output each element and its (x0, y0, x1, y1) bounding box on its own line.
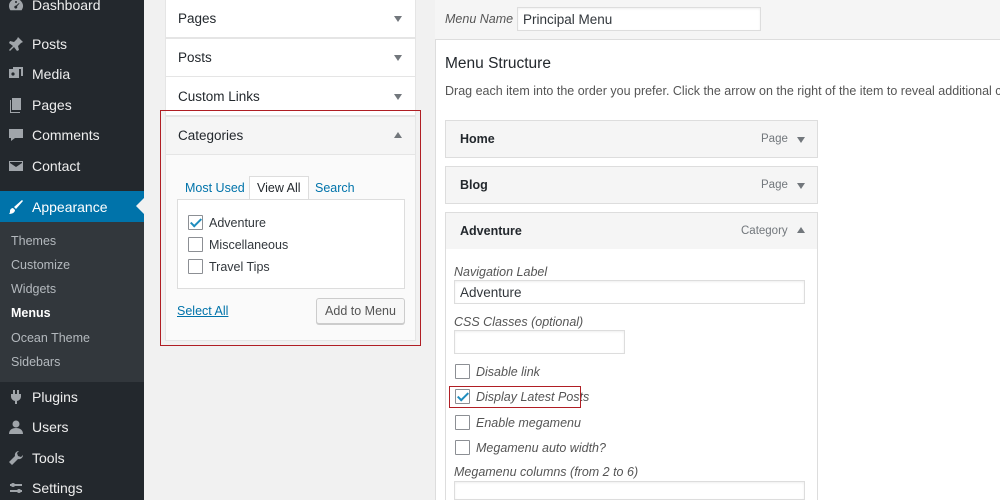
nav-media-label: Media (32, 66, 71, 82)
chevron-up-icon[interactable] (797, 227, 805, 233)
nav-plugins[interactable]: Plugins (0, 382, 144, 412)
menu-item-home[interactable]: Home Page (445, 120, 818, 158)
comment-icon (8, 127, 24, 143)
menu-name-input[interactable] (517, 7, 761, 31)
user-icon (8, 419, 24, 435)
chevron-down-icon[interactable] (394, 16, 402, 22)
menu-structure-title: Menu Structure (445, 55, 551, 72)
chevron-down-icon[interactable] (797, 183, 805, 189)
nav-contact-label: Contact (32, 158, 81, 174)
pin-icon (8, 36, 24, 52)
brush-icon (8, 199, 24, 215)
nav-users-label: Users (32, 419, 69, 435)
submenu-customize[interactable]: Customize (11, 258, 70, 272)
menu-item-type: Category (741, 225, 788, 237)
chevron-down-icon[interactable] (797, 137, 805, 143)
plugin-icon (8, 389, 24, 405)
menu-item-adventure[interactable]: Adventure Category (445, 212, 818, 250)
nav-contact[interactable]: Contact (0, 151, 144, 181)
nav-settings[interactable]: Settings (0, 473, 144, 500)
accordion-posts-title: Posts (178, 50, 212, 65)
megamenu-columns-label: Megamenu columns (from 2 to 6) (454, 465, 639, 479)
nav-comments[interactable]: Comments (0, 120, 144, 150)
chevron-down-icon[interactable] (394, 55, 402, 61)
submenu-themes[interactable]: Themes (11, 234, 56, 248)
menu-item-blog[interactable]: Blog Page (445, 166, 818, 204)
highlight-box (449, 386, 581, 408)
nav-dashboard[interactable]: Dashboard (0, 0, 144, 20)
submenu-widgets[interactable]: Widgets (11, 282, 56, 296)
navigation-label-input[interactable] (454, 280, 805, 304)
disable-link-label: Disable link (476, 365, 540, 379)
nav-media[interactable]: Media (0, 59, 144, 89)
megamenu-columns-input[interactable] (454, 481, 805, 500)
menu-item-title: Blog (460, 178, 488, 192)
chevron-down-icon[interactable] (394, 94, 402, 100)
disable-link-checkbox[interactable] (455, 364, 470, 379)
accordion-pages[interactable]: Pages (165, 0, 416, 38)
nav-tools[interactable]: Tools (0, 443, 144, 473)
dashboard-icon (8, 0, 24, 13)
menu-item-title: Adventure (460, 224, 522, 238)
nav-users[interactable]: Users (0, 412, 144, 442)
nav-pages-label: Pages (32, 97, 72, 113)
settings-icon (8, 480, 24, 496)
nav-appearance[interactable]: Appearance (0, 191, 144, 222)
page-icon (8, 97, 24, 113)
nav-dashboard-label: Dashboard (32, 0, 101, 13)
menu-item-type: Page (761, 133, 788, 145)
highlight-box (160, 110, 421, 346)
css-classes-title: CSS Classes (optional) (454, 315, 584, 329)
nav-settings-label: Settings (32, 480, 83, 496)
menu-item-title: Home (460, 132, 495, 146)
submenu-ocean-theme[interactable]: Ocean Theme (11, 331, 90, 345)
accordion-pages-title: Pages (178, 11, 217, 26)
submenu-menus[interactable]: Menus (11, 306, 51, 320)
accordion-custom-links-title: Custom Links (178, 89, 260, 104)
navigation-label-title: Navigation Label (454, 265, 548, 279)
nav-tools-label: Tools (32, 450, 65, 466)
admin-sidebar: Dashboard Posts Media Pages Comments Con… (0, 0, 144, 500)
menu-item-type: Page (761, 179, 788, 191)
megamenu-auto-width-checkbox[interactable] (455, 440, 470, 455)
nav-posts[interactable]: Posts (0, 29, 144, 59)
menu-structure-help: Drag each item into the order you prefer… (445, 84, 1000, 98)
enable-megamenu-label: Enable megamenu (476, 416, 581, 430)
nav-pages[interactable]: Pages (0, 90, 144, 120)
nav-appearance-label: Appearance (32, 198, 108, 215)
nav-plugins-label: Plugins (32, 389, 78, 405)
menu-name-label: Menu Name (445, 12, 514, 26)
submenu-sidebars[interactable]: Sidebars (11, 355, 60, 369)
appearance-submenu: Themes Customize Widgets Menus Ocean The… (0, 222, 144, 382)
css-classes-input[interactable] (454, 330, 625, 354)
mail-icon (8, 158, 24, 174)
nav-posts-label: Posts (32, 36, 68, 52)
accordion-posts[interactable]: Posts (165, 38, 416, 77)
enable-megamenu-checkbox[interactable] (455, 415, 470, 430)
megamenu-auto-width-label: Megamenu auto width? (476, 441, 606, 455)
media-icon (8, 66, 24, 82)
nav-comments-label: Comments (32, 127, 100, 143)
wrench-icon (8, 450, 24, 466)
